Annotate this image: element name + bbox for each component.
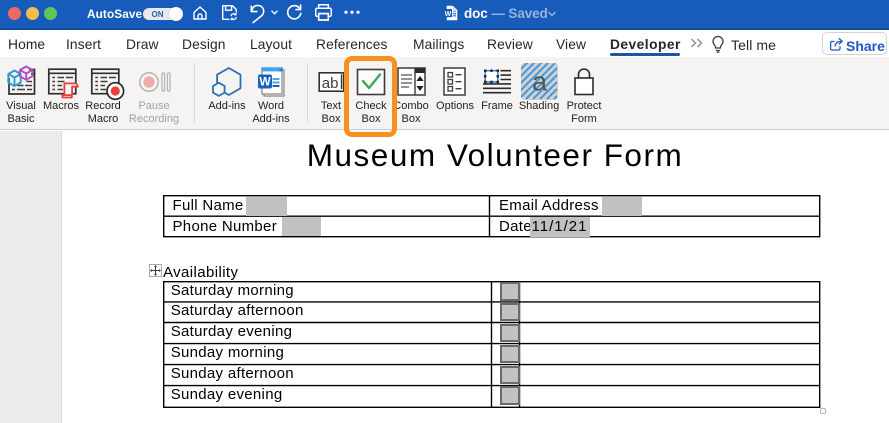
svg-text:W: W bbox=[444, 11, 451, 18]
svg-text:a: a bbox=[532, 67, 548, 97]
svg-text:ab: ab bbox=[322, 75, 339, 92]
svg-text:W: W bbox=[259, 75, 271, 89]
